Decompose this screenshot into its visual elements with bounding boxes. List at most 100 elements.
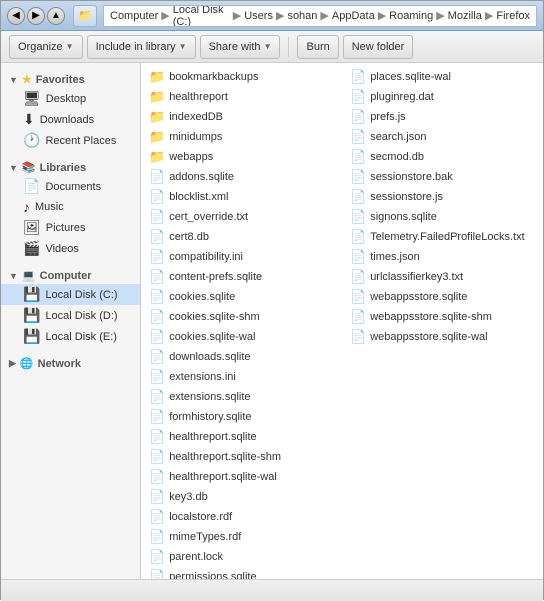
file-name: cert8.db: [169, 231, 209, 243]
file-name: cookies.sqlite: [169, 291, 235, 303]
folder-icon-btn[interactable]: 📁: [73, 5, 97, 27]
list-item[interactable]: 📄permissions.sqlite: [145, 567, 338, 579]
organize-button[interactable]: Organize ▼: [9, 35, 83, 59]
videos-icon: 🎬: [23, 240, 40, 257]
file-icon: 📄: [149, 229, 165, 245]
file-icon: 📄: [149, 169, 165, 185]
breadcrumb-users[interactable]: Users: [244, 10, 273, 22]
list-item[interactable]: 📁indexedDB: [145, 107, 338, 127]
sidebar-item-documents[interactable]: 📄 Documents: [1, 176, 140, 197]
list-item[interactable]: 📁healthreport: [145, 87, 338, 107]
list-item[interactable]: 📄parent.lock: [145, 547, 338, 567]
list-item[interactable]: 📄healthreport.sqlite: [145, 427, 338, 447]
list-item[interactable]: 📄cookies.sqlite-shm: [145, 307, 338, 327]
list-item[interactable]: 📄webappsstore.sqlite-shm: [346, 307, 539, 327]
sidebar-item-recent-places[interactable]: 🕐 Recent Places: [1, 130, 140, 151]
list-item[interactable]: 📄healthreport.sqlite-shm: [145, 447, 338, 467]
sidebar-item-music[interactable]: ♪ Music: [1, 197, 140, 217]
breadcrumb-appdata[interactable]: AppData: [332, 10, 375, 22]
list-item[interactable]: 📄webappsstore.sqlite-wal: [346, 327, 539, 347]
list-item[interactable]: 📄 cert8.db: [145, 227, 338, 247]
list-item[interactable]: 📄Telemetry.FailedProfileLocks.txt: [346, 227, 539, 247]
list-item[interactable]: 📄signons.sqlite: [346, 207, 539, 227]
sidebar-item-videos[interactable]: 🎬 Videos: [1, 238, 140, 259]
burn-button[interactable]: Burn: [297, 35, 338, 59]
list-item[interactable]: 📄sessionstore.js: [346, 187, 539, 207]
local-disk-c-label: Local Disk (C:): [45, 289, 117, 301]
list-item[interactable]: 📄urlclassifierkey3.txt: [346, 267, 539, 287]
computer-icon: 💻: [22, 269, 36, 282]
file-name: indexedDB: [169, 111, 223, 123]
breadcrumb-mozilla[interactable]: Mozilla: [448, 10, 482, 22]
list-item[interactable]: 📄mimeTypes.rdf: [145, 527, 338, 547]
breadcrumb-roaming[interactable]: Roaming: [389, 10, 433, 22]
list-item[interactable]: 📄blocklist.xml: [145, 187, 338, 207]
breadcrumb-firefox[interactable]: Firefox: [496, 10, 530, 22]
file-list-container[interactable]: 📁bookmarkbackups📁healthreport📁indexedDB📁…: [141, 63, 543, 579]
list-item[interactable]: 📄secmod.db: [346, 147, 539, 167]
file-name: formhistory.sqlite: [169, 411, 251, 423]
list-item[interactable]: 📁minidumps: [145, 127, 338, 147]
breadcrumb-computer[interactable]: Computer: [110, 10, 158, 22]
list-item[interactable]: 📄places.sqlite-wal: [346, 67, 539, 87]
file-icon: 📄: [149, 549, 165, 565]
file-icon: 📄: [149, 369, 165, 385]
list-item[interactable]: 📄extensions.sqlite: [145, 387, 338, 407]
list-item[interactable]: 📄formhistory.sqlite: [145, 407, 338, 427]
list-item[interactable]: 📄content-prefs.sqlite: [145, 267, 338, 287]
favorites-section[interactable]: ▼ ★ Favorites: [1, 69, 140, 88]
sidebar-item-local-disk-c[interactable]: 💾 Local Disk (C:): [1, 284, 140, 305]
sidebar-item-pictures[interactable]: 🖼 Pictures: [1, 217, 140, 238]
file-icon: 📄: [149, 389, 165, 405]
file-icon: 📄: [149, 449, 165, 465]
list-item[interactable]: 📄cookies.sqlite-wal: [145, 327, 338, 347]
list-item[interactable]: 📄 extensions.ini: [145, 367, 338, 387]
libraries-section[interactable]: ▼ 📚 Libraries: [1, 157, 140, 176]
breadcrumb-sohan[interactable]: sohan: [287, 10, 317, 22]
list-item[interactable]: 📄downloads.sqlite: [145, 347, 338, 367]
list-item[interactable]: 📄search.json: [346, 127, 539, 147]
file-name: extensions.ini: [169, 371, 236, 383]
list-item[interactable]: 📄webappsstore.sqlite: [346, 287, 539, 307]
libraries-label: Libraries: [40, 162, 86, 174]
file-icon: 📄: [149, 189, 165, 205]
special-file-icon: 📄: [350, 189, 366, 205]
breadcrumb-drive[interactable]: Local Disk (C:): [173, 5, 230, 27]
libraries-expand-icon: ▼: [9, 163, 18, 173]
list-item[interactable]: 📄sessionstore.bak: [346, 167, 539, 187]
breadcrumb[interactable]: Computer ▶ Local Disk (C:) ▶ Users ▶ soh…: [103, 5, 537, 27]
list-item[interactable]: 📄pluginreg.dat: [346, 87, 539, 107]
list-item[interactable]: 📄healthreport.sqlite-wal: [145, 467, 338, 487]
list-item[interactable]: 📄times.json: [346, 247, 539, 267]
list-item[interactable]: 📄prefs.js: [346, 107, 539, 127]
up-button[interactable]: ▲: [47, 7, 65, 25]
list-item[interactable]: 📄addons.sqlite: [145, 167, 338, 187]
new-folder-button[interactable]: New folder: [343, 35, 414, 59]
sidebar-item-local-disk-e[interactable]: 💾 Local Disk (E:): [1, 326, 140, 347]
list-item[interactable]: 📁bookmarkbackups: [145, 67, 338, 87]
libraries-icon: 📚: [22, 161, 36, 174]
share-with-button[interactable]: Share with ▼: [200, 35, 281, 59]
computer-section[interactable]: ▼ 💻 Computer: [1, 265, 140, 284]
back-button[interactable]: ◀: [7, 7, 25, 25]
sidebar-item-downloads[interactable]: ⬇ Downloads: [1, 109, 140, 130]
file-name: mimeTypes.rdf: [169, 531, 241, 543]
forward-button[interactable]: ▶: [27, 7, 45, 25]
file-name: key3.db: [169, 491, 208, 503]
file-name: compatibility.ini: [169, 251, 243, 263]
local-disk-d-label: Local Disk (D:): [45, 310, 117, 322]
include-library-button[interactable]: Include in library ▼: [87, 35, 196, 59]
file-icon: 📄: [350, 129, 366, 145]
sidebar: ▼ ★ Favorites 🖥 Desktop ⬇ Downloads 🕐 Re…: [1, 63, 141, 579]
list-item[interactable]: 📁webapps: [145, 147, 338, 167]
network-section[interactable]: ▶ 🌐 Network: [1, 353, 140, 372]
sidebar-item-desktop[interactable]: 🖥 Desktop: [1, 88, 140, 109]
local-disk-c-icon: 💾: [23, 286, 40, 303]
list-item[interactable]: 📄compatibility.ini: [145, 247, 338, 267]
list-item[interactable]: 📄cookies.sqlite: [145, 287, 338, 307]
sidebar-item-local-disk-d[interactable]: 💾 Local Disk (D:): [1, 305, 140, 326]
list-item[interactable]: 📄key3.db: [145, 487, 338, 507]
list-item[interactable]: 📄cert_override.txt: [145, 207, 338, 227]
file-icon: 📄: [350, 309, 366, 325]
list-item[interactable]: 📄localstore.rdf: [145, 507, 338, 527]
